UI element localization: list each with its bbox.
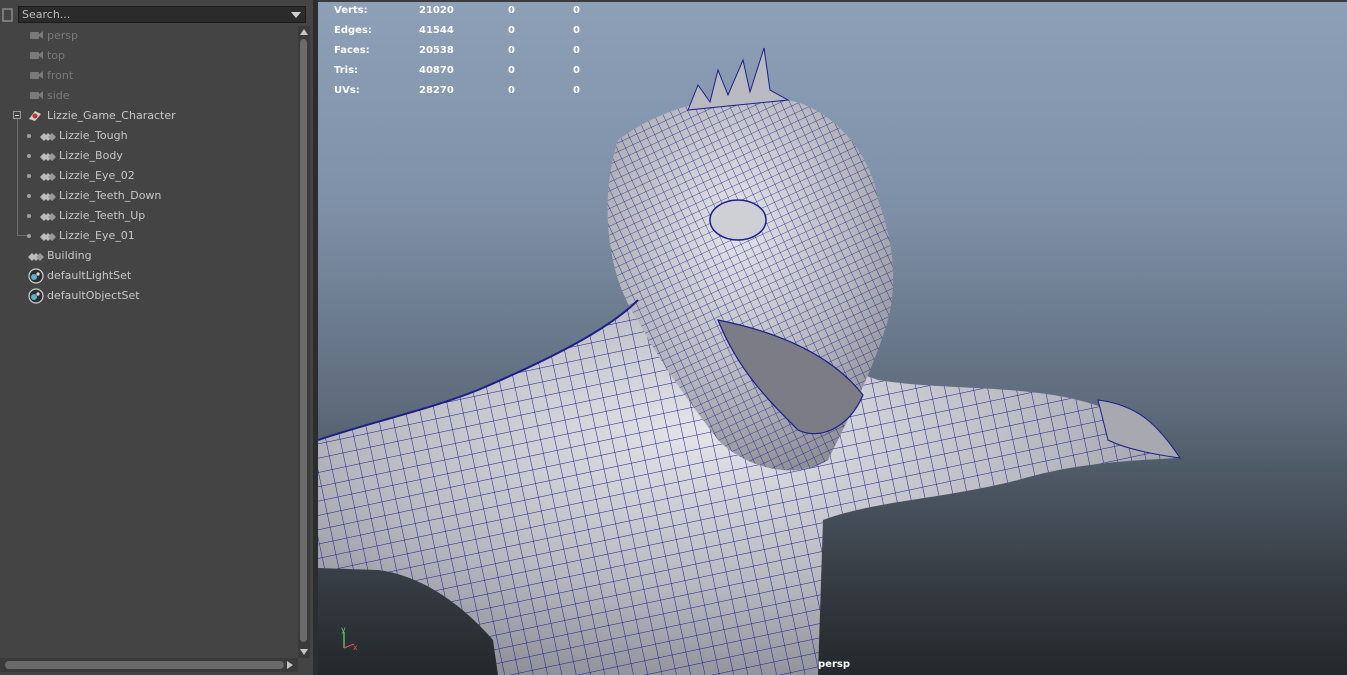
hud-value: 0	[573, 45, 580, 56]
scroll-up-icon[interactable]	[300, 29, 308, 35]
search-box	[18, 6, 306, 23]
outliner-item-front[interactable]: front	[0, 66, 298, 86]
hud-value: 21020	[419, 5, 454, 16]
outliner-item-side[interactable]: side	[0, 86, 298, 106]
outliner-item-label: side	[47, 89, 70, 102]
hud-label: Edges:	[334, 25, 372, 36]
outliner-item-label: Lizzie_Teeth_Up	[59, 209, 146, 222]
hud-value: 40870	[419, 65, 454, 76]
outliner-item-label: Lizzie_Teeth_Down	[59, 189, 162, 202]
hud-value: 41544	[419, 25, 454, 36]
hud-value: 0	[508, 45, 515, 56]
crest-spikes	[687, 47, 790, 111]
hud-label: Verts:	[334, 5, 368, 16]
vertical-scrollbar[interactable]	[298, 26, 310, 658]
hud-value: 0	[508, 85, 515, 96]
scroll-right-icon[interactable]	[287, 661, 293, 669]
tree-node-dot	[27, 154, 31, 158]
outliner-item-defaultobjectset[interactable]: defaultObjectSet	[0, 286, 298, 306]
outliner-item-label: defaultLightSet	[47, 269, 132, 282]
set-icon	[28, 288, 44, 311]
outliner-item-lizzie-teeth-up[interactable]: Lizzie_Teeth_Up	[0, 206, 298, 226]
outliner-item-label: defaultObjectSet	[47, 289, 140, 302]
outliner-item-label: persp	[47, 29, 78, 42]
tree-node-dot	[27, 194, 31, 198]
outliner-item-label: top	[47, 49, 66, 62]
outliner-item-label: Building	[47, 249, 92, 262]
outliner-item-label: Lizzie_Eye_01	[59, 229, 135, 242]
outliner-item-defaultlightset[interactable]: defaultLightSet	[0, 266, 298, 286]
hud-label: Tris:	[334, 65, 359, 76]
outliner-item-lizzie-game-character[interactable]: Lizzie_Game_Character	[0, 106, 298, 126]
tree-node-dot	[27, 134, 31, 138]
hud-value: 0	[508, 25, 515, 36]
collapse-toggle-icon[interactable]	[13, 111, 21, 119]
hud-value: 0	[573, 85, 580, 96]
hud-value: 28270	[419, 85, 454, 96]
outliner-panel: persp top front side Lizzie_Game_Charact…	[0, 0, 313, 675]
search-dropdown-icon[interactable]	[291, 12, 301, 18]
axis-x-label: x	[353, 643, 358, 652]
hud-value: 0	[508, 5, 515, 16]
hud-label: Faces:	[334, 45, 370, 56]
outliner-item-label: Lizzie_Eye_02	[59, 169, 135, 182]
scrollbar-thumb[interactable]	[300, 39, 307, 642]
outliner-item-label: front	[47, 69, 74, 82]
search-input[interactable]	[22, 7, 282, 22]
hud-value: 0	[573, 5, 580, 16]
outliner-item-top[interactable]: top	[0, 46, 298, 66]
viewport-3d[interactable]: Verts: 21020 0 0 Edges: 41544 0 0 Faces:…	[318, 0, 1347, 675]
search-row	[0, 5, 313, 25]
camera-name-label: persp	[818, 659, 850, 670]
outliner-item-building[interactable]: Building	[0, 246, 298, 266]
outliner-item-label: Lizzie_Tough	[59, 129, 128, 142]
axis-y-label: y	[341, 625, 346, 634]
outliner-item-lizzie-eye-01[interactable]: Lizzie_Eye_01	[0, 226, 298, 246]
horizontal-scrollbar[interactable]	[0, 658, 298, 672]
outliner-item-lizzie-eye-02[interactable]: Lizzie_Eye_02	[0, 166, 298, 186]
outliner-tree: persp top front side Lizzie_Game_Charact…	[0, 26, 298, 658]
outliner-item-lizzie-tough[interactable]: Lizzie_Tough	[0, 126, 298, 146]
hud-value: 0	[508, 65, 515, 76]
tree-node-dot	[27, 174, 31, 178]
outliner-item-label: Lizzie_Body	[59, 149, 123, 162]
outliner-item-lizzie-teeth-down[interactable]: Lizzie_Teeth_Down	[0, 186, 298, 206]
filter-icon[interactable]	[2, 7, 14, 23]
character-model[interactable]	[318, 0, 1347, 675]
scroll-down-icon[interactable]	[300, 649, 308, 655]
hud-value: 20538	[419, 45, 454, 56]
outliner-item-lizzie-body[interactable]: Lizzie_Body	[0, 146, 298, 166]
hud-value: 0	[573, 25, 580, 36]
hud-value: 0	[573, 65, 580, 76]
outliner-item-label: Lizzie_Game_Character	[47, 109, 176, 122]
hud-label: UVs:	[334, 85, 360, 96]
tree-node-dot	[27, 214, 31, 218]
scrollbar-thumb[interactable]	[5, 661, 284, 669]
axis-gizmo-icon: y x	[341, 625, 358, 652]
tree-node-dot	[27, 234, 31, 238]
eye-mesh	[709, 199, 767, 241]
outliner-item-persp[interactable]: persp	[0, 26, 298, 46]
